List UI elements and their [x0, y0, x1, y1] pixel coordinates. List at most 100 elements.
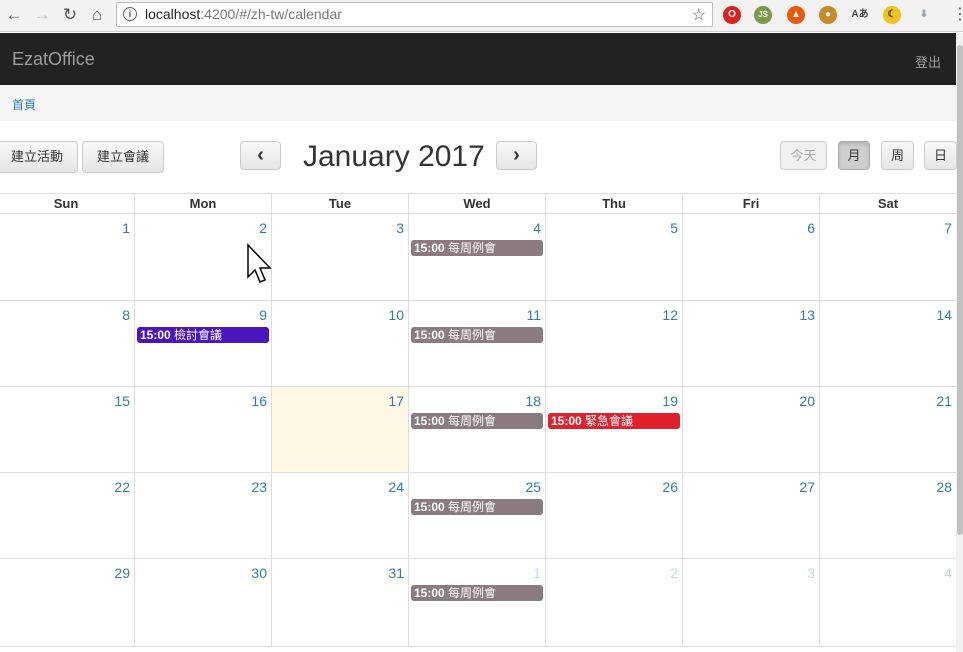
day-number[interactable]: 22: [114, 479, 130, 495]
next-month-button[interactable]: ›: [496, 141, 537, 170]
translate-extension-icon[interactable]: Aあ: [851, 6, 869, 24]
day-number[interactable]: 1: [122, 220, 130, 236]
moon-extension-icon[interactable]: ☾: [883, 6, 901, 24]
day-number[interactable]: 28: [936, 479, 952, 495]
home-icon[interactable]: ⌂: [87, 5, 107, 25]
day-number[interactable]: 18: [525, 393, 541, 409]
calendar-day-cell[interactable]: 7: [819, 214, 956, 300]
day-number[interactable]: 21: [936, 393, 952, 409]
calendar-day-cell[interactable]: 27: [682, 473, 819, 558]
calendar-day-cell[interactable]: 1 15:00 每周例會: [408, 559, 545, 646]
day-number[interactable]: 4: [944, 565, 952, 581]
day-view-button[interactable]: 日: [924, 141, 957, 170]
calendar-event[interactable]: 15:00 每周例會: [411, 413, 543, 429]
brand-logo[interactable]: EzatOffice: [12, 49, 95, 70]
scrollbar-thumb[interactable]: [957, 45, 963, 535]
calendar-day-cell[interactable]: 29: [0, 559, 134, 646]
calendar-day-cell[interactable]: 16: [134, 387, 271, 472]
prev-month-button[interactable]: ‹: [240, 141, 281, 170]
logout-link[interactable]: 登出: [915, 52, 941, 71]
calendar-day-cell[interactable]: 3: [682, 559, 819, 646]
calendar-event[interactable]: 15:00 每周例會: [411, 327, 543, 343]
calendar-day-cell[interactable]: 6: [682, 214, 819, 300]
day-number[interactable]: 15: [114, 393, 130, 409]
calendar-day-cell[interactable]: 1: [0, 214, 134, 300]
calendar-day-cell[interactable]: 26: [545, 473, 682, 558]
fire-extension-icon[interactable]: ▲: [787, 6, 805, 24]
day-number[interactable]: 25: [525, 479, 541, 495]
calendar-day-cell[interactable]: 9 15:00 檢討會議: [134, 301, 271, 386]
calendar-day-cell[interactable]: 31: [271, 559, 408, 646]
day-number[interactable]: 16: [251, 393, 267, 409]
calendar-day-cell[interactable]: 21: [819, 387, 956, 472]
day-number[interactable]: 6: [807, 220, 815, 236]
js-extension-icon[interactable]: JS: [754, 6, 772, 24]
calendar-day-cell[interactable]: 2: [545, 559, 682, 646]
day-number[interactable]: 10: [388, 307, 404, 323]
reload-icon[interactable]: ↻: [60, 5, 80, 25]
today-button[interactable]: 今天: [780, 141, 827, 170]
day-number[interactable]: 3: [807, 565, 815, 581]
day-number[interactable]: 19: [662, 393, 678, 409]
month-view-button[interactable]: 月: [838, 141, 870, 170]
calendar-day-cell[interactable]: 15: [0, 387, 134, 472]
forward-arrow-icon[interactable]: →: [32, 5, 52, 25]
calendar-day-cell[interactable]: 10: [271, 301, 408, 386]
calendar-day-cell[interactable]: 20: [682, 387, 819, 472]
address-bar[interactable]: i localhost:4200/#/zh-tw/calendar ☆: [116, 2, 713, 27]
day-number[interactable]: 5: [670, 220, 678, 236]
day-number[interactable]: 11: [526, 307, 541, 323]
day-number[interactable]: 24: [388, 479, 404, 495]
calendar-day-cell[interactable]: 4: [819, 559, 956, 646]
day-number[interactable]: 9: [259, 307, 267, 323]
day-number[interactable]: 1: [533, 565, 541, 581]
calendar-day-cell[interactable]: 28: [819, 473, 956, 558]
calendar-day-cell[interactable]: 22: [0, 473, 134, 558]
day-number[interactable]: 26: [662, 479, 678, 495]
calendar-event[interactable]: 15:00 每周例會: [411, 240, 543, 256]
day-number[interactable]: 2: [670, 565, 678, 581]
day-number[interactable]: 8: [122, 307, 130, 323]
calendar-day-cell[interactable]: 23: [134, 473, 271, 558]
calendar-day-cell[interactable]: 4 15:00 每周例會: [408, 214, 545, 300]
calendar-event[interactable]: 15:00 每周例會: [411, 585, 543, 601]
opera-extension-icon[interactable]: O: [723, 6, 741, 24]
calendar-day-cell[interactable]: 5: [545, 214, 682, 300]
cookie-extension-icon[interactable]: ●: [819, 6, 837, 24]
day-number[interactable]: 13: [799, 307, 815, 323]
day-number[interactable]: 31: [388, 565, 404, 581]
download-extension-icon[interactable]: ⬇: [915, 6, 933, 24]
calendar-day-cell[interactable]: 3: [271, 214, 408, 300]
calendar-day-cell[interactable]: 14: [819, 301, 956, 386]
back-arrow-icon[interactable]: ←: [4, 5, 24, 25]
create-meeting-button[interactable]: 建立會議: [82, 141, 164, 173]
day-number[interactable]: 12: [662, 307, 678, 323]
day-number[interactable]: 29: [114, 565, 130, 581]
day-number[interactable]: 14: [936, 307, 952, 323]
calendar-event[interactable]: 15:00 每周例會: [411, 499, 543, 515]
calendar-day-cell[interactable]: 18 15:00 每周例會: [408, 387, 545, 472]
calendar-day-cell[interactable]: 19 15:00 緊急會議: [545, 387, 682, 472]
day-number[interactable]: 2: [259, 220, 267, 236]
calendar-day-cell[interactable]: 25 15:00 每周例會: [408, 473, 545, 558]
calendar-day-cell[interactable]: 12: [545, 301, 682, 386]
calendar-event[interactable]: 15:00 檢討會議: [137, 327, 269, 343]
day-number[interactable]: 27: [799, 479, 815, 495]
browser-menu-icon[interactable]: ⋮: [952, 4, 963, 24]
info-icon[interactable]: i: [123, 7, 137, 21]
calendar-day-cell[interactable]: 8: [0, 301, 134, 386]
calendar-day-cell[interactable]: 13: [682, 301, 819, 386]
breadcrumb-home-link[interactable]: 首頁: [12, 96, 36, 113]
calendar-day-cell-today[interactable]: 17: [271, 387, 408, 472]
calendar-day-cell[interactable]: 30: [134, 559, 271, 646]
day-number[interactable]: 20: [799, 393, 815, 409]
day-number[interactable]: 30: [251, 565, 267, 581]
day-number[interactable]: 23: [251, 479, 267, 495]
calendar-day-cell[interactable]: 24: [271, 473, 408, 558]
day-number[interactable]: 17: [388, 393, 404, 409]
week-view-button[interactable]: 周: [881, 141, 914, 170]
calendar-day-cell[interactable]: 11 15:00 每周例會: [408, 301, 545, 386]
bookmark-star-icon[interactable]: ☆: [692, 5, 706, 25]
day-number[interactable]: 3: [396, 220, 404, 236]
create-activity-button[interactable]: 建立活動: [0, 141, 78, 173]
